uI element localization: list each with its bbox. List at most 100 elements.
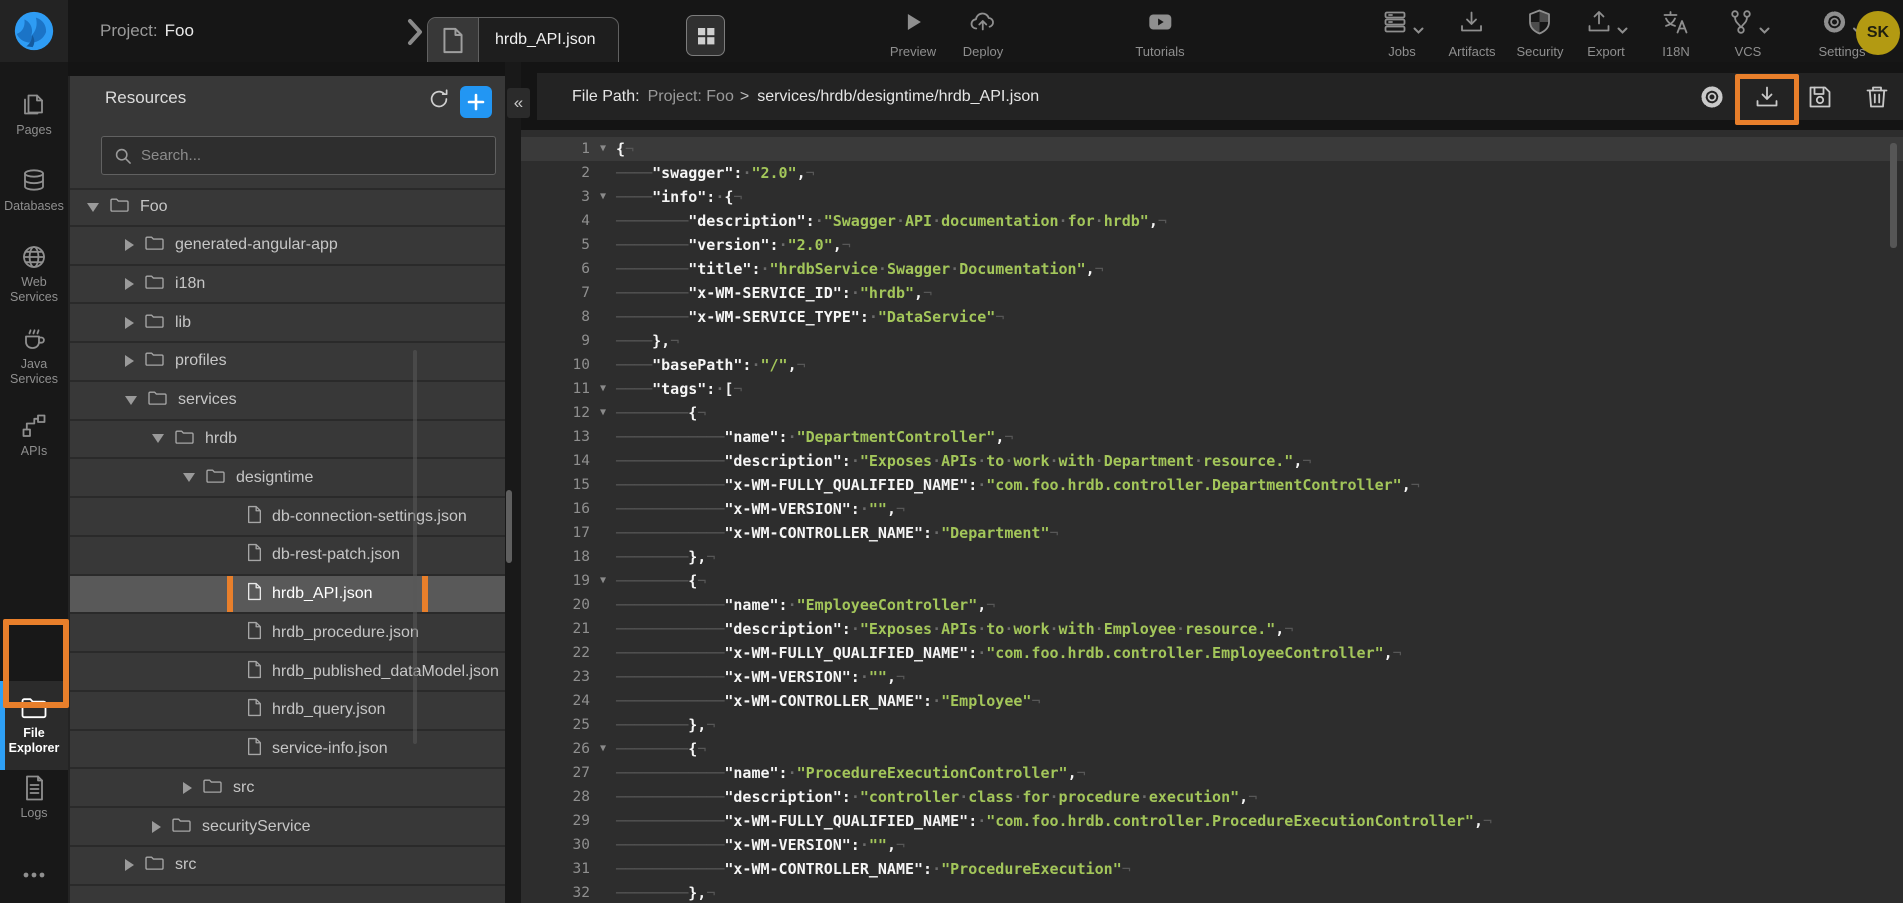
tree-item-securityservice[interactable]: securityService (70, 808, 505, 847)
chevron-right-icon[interactable] (125, 239, 134, 251)
editor-scrollbar-thumb[interactable] (1890, 143, 1897, 248)
file-icon (428, 18, 479, 62)
fold-arrow-icon[interactable]: ▼ (590, 401, 616, 425)
header-action-tutorials[interactable]: Tutorials (1135, 10, 1184, 59)
sidebar-item-label: File Explorer (0, 726, 68, 756)
open-file-tab[interactable]: hrdb_API.json (427, 17, 619, 62)
header-action-vcs[interactable]: VCS (1726, 10, 1770, 59)
file-icon (247, 505, 272, 529)
chevron-right-icon[interactable] (125, 859, 134, 871)
resources-panel: Resources Foogenerated-angular-appi18nli… (68, 76, 505, 903)
tree-item-service-info-json[interactable]: service-info.json (70, 731, 505, 770)
fold-arrow-icon[interactable]: ▼ (590, 569, 616, 593)
line-number: 17 (521, 521, 590, 545)
tree-item-services[interactable]: services (70, 382, 505, 421)
chevron-right-icon[interactable] (183, 782, 192, 794)
line-number: 12 (521, 401, 590, 425)
refresh-button[interactable] (427, 87, 451, 116)
grid-icon (694, 24, 718, 48)
tree-item-hrdb-published-datamodel-json[interactable]: hrdb_published_dataModel.json (70, 653, 505, 692)
line-number: 26 (521, 737, 590, 761)
sidebar-item-apis[interactable]: APIs (0, 411, 68, 459)
user-avatar[interactable]: SK (1856, 11, 1900, 55)
line-number: 10 (521, 353, 590, 377)
app-logo[interactable] (0, 0, 68, 62)
chevron-right-icon[interactable] (125, 355, 134, 367)
sidebar-item-logs[interactable]: Logs (0, 773, 68, 821)
code-line-23: 23────────────"x-WM-VERSION":·"",¬ (521, 665, 1903, 689)
resources-search-box[interactable] (101, 136, 496, 175)
fold-arrow-icon[interactable]: ▼ (590, 185, 616, 209)
grid-view-button[interactable] (686, 15, 725, 56)
save-button[interactable] (1805, 82, 1835, 112)
tutorials-icon (1145, 7, 1175, 42)
tree-item-label: src (175, 856, 196, 874)
chevron-down-icon[interactable] (125, 396, 137, 405)
code-line-8: 8────────"x-WM-SERVICE_TYPE":·"DataServi… (521, 305, 1903, 329)
code-editor[interactable]: 1▼{¬2────"swagger":·"2.0",¬3▼────"info":… (521, 130, 1903, 903)
gear-icon (1697, 99, 1727, 116)
tree-item-hrdb-query-json[interactable]: hrdb_query.json (70, 692, 505, 731)
tree-item-profiles[interactable]: profiles (70, 343, 505, 382)
chevron-right-icon[interactable] (152, 821, 161, 833)
chevron-right-icon[interactable] (125, 317, 134, 329)
tree-item-lib[interactable]: lib (70, 304, 505, 343)
tree-item-label: hrdb_API.json (272, 585, 373, 603)
tree-item-generated-angular-app[interactable]: generated-angular-app (70, 227, 505, 266)
header-action-export[interactable]: Export (1584, 10, 1628, 59)
header-action-artifacts[interactable]: Artifacts (1449, 10, 1496, 59)
header-action-deploy[interactable]: Deploy (963, 10, 1003, 59)
tree-item-src[interactable]: src (70, 847, 505, 886)
sidebar-item-java-services[interactable]: Java Services (0, 324, 68, 387)
fold-arrow-icon[interactable]: ▼ (590, 737, 616, 761)
sidebar-item-pages[interactable]: Pages (0, 90, 68, 138)
file-icon (247, 737, 272, 761)
tree-item-db-rest-patch-json[interactable]: db-rest-patch.json (70, 537, 505, 576)
sidebar-item-file-explorer[interactable]: File Explorer (0, 681, 68, 770)
tree-scrollbar-thumb[interactable] (413, 350, 417, 744)
download-button[interactable] (1752, 82, 1782, 112)
tree-item-src[interactable]: src (70, 769, 505, 808)
chevron-right-icon[interactable] (125, 278, 134, 290)
code-line-3: 3▼────"info":·{¬ (521, 185, 1903, 209)
left-nav-sidebar: Pages Databases Web Services Java Services A… (0, 62, 68, 903)
tree-item-hrdb[interactable]: hrdb (70, 421, 505, 460)
sidebar-item-databases[interactable]: Databases (0, 166, 68, 214)
search-input[interactable] (141, 147, 483, 164)
tree-item-foo[interactable]: Foo (70, 188, 505, 227)
sidebar-item-more[interactable] (0, 860, 68, 893)
code-line-26: 26▼────────{¬ (521, 737, 1903, 761)
line-number: 23 (521, 665, 590, 689)
trash-button[interactable] (1862, 82, 1892, 112)
tree-item-label: db-rest-patch.json (272, 546, 400, 564)
sidebar-item-web-services[interactable]: Web Services (0, 242, 68, 305)
tree-item-designtime[interactable]: designtime (70, 459, 505, 498)
code-line-21: 21────────────"description":·"Exposes·AP… (521, 617, 1903, 641)
chevron-down-icon[interactable] (87, 203, 99, 212)
chevron-down-icon[interactable] (152, 434, 164, 443)
fold-arrow-icon[interactable]: ▼ (590, 137, 616, 161)
tree-item-hrdb-procedure-json[interactable]: hrdb_procedure.json (70, 614, 505, 653)
database-icon (0, 166, 68, 196)
line-number: 21 (521, 617, 590, 641)
gear-button[interactable] (1697, 82, 1727, 112)
header-action-security[interactable]: Security (1517, 10, 1564, 59)
line-number: 30 (521, 833, 590, 857)
tree-item-label: profiles (175, 352, 227, 370)
tree-item-hrdb-api-json[interactable]: hrdb_API.json (70, 576, 505, 615)
panel-resize-handle[interactable] (506, 490, 512, 563)
chevron-down-icon[interactable] (183, 473, 195, 482)
header-action-jobs[interactable]: Jobs (1380, 10, 1424, 59)
file-icon (247, 660, 272, 684)
tree-item-i18n[interactable]: i18n (70, 266, 505, 305)
tree-item-db-connection-settings-json[interactable]: db-connection-settings.json (70, 498, 505, 537)
preview-icon (898, 7, 928, 42)
line-number: 27 (521, 761, 590, 785)
line-number: 29 (521, 809, 590, 833)
code-line-13: 13────────────"name":·"DepartmentControl… (521, 425, 1903, 449)
collapse-panel-button[interactable]: « (507, 88, 530, 118)
header-action-i18n[interactable]: I18N (1661, 10, 1691, 59)
add-resource-button[interactable] (460, 86, 492, 118)
header-action-preview[interactable]: Preview (890, 10, 936, 59)
fold-arrow-icon[interactable]: ▼ (590, 377, 616, 401)
